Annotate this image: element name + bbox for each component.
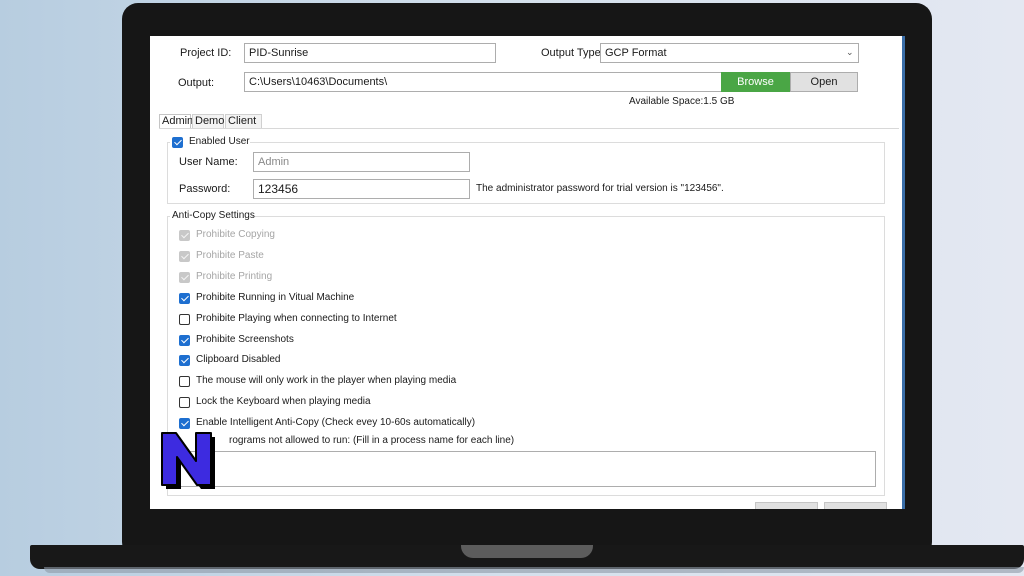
browse-button[interactable]: Browse (721, 72, 790, 92)
anti-copy-title: Anti-Copy Settings (172, 210, 255, 221)
password-input[interactable]: 123456 (253, 179, 470, 199)
anti-copy-option-label: Prohibite Screenshots (196, 334, 294, 345)
anti-copy-option-label: Clipboard Disabled (196, 354, 281, 365)
password-note: The administrator password for trial ver… (476, 183, 724, 194)
tab-divider (159, 128, 899, 129)
anti-copy-option-label: The mouse will only work in the player w… (196, 375, 457, 386)
anti-copy-option-label: Lock the Keyboard when playing media (196, 396, 371, 407)
anti-copy-option-label: Enable Intelligent Anti-Copy (Check evey… (196, 417, 476, 428)
output-type-label: Output Type: (541, 47, 604, 59)
anti-copy-option-label: Prohibite Printing (196, 271, 273, 282)
anti-copy-checkbox (179, 230, 190, 241)
anti-copy-checkbox (179, 251, 190, 262)
available-space-text: Available Space:1.5 GB (629, 96, 735, 107)
password-label: Password: (179, 183, 231, 195)
project-id-label: Project ID: (180, 47, 232, 59)
laptop-base-shadow (44, 567, 1024, 573)
output-label: Output: (178, 77, 215, 89)
app-window: Project ID: PID-Sunrise Output Type: GCP… (150, 36, 905, 509)
cancel-button[interactable] (824, 502, 887, 509)
anti-copy-checkbox (179, 272, 190, 283)
open-button[interactable]: Open (790, 72, 858, 92)
anti-copy-checkbox[interactable] (179, 397, 190, 408)
enabled-user-label: Enabled User (189, 136, 250, 147)
anti-copy-checkbox[interactable] (179, 335, 190, 346)
user-name-label: User Name: (179, 156, 238, 168)
chevron-down-icon: ⌄ (846, 47, 854, 57)
output-type-select[interactable]: GCP Format ⌄ (600, 43, 859, 63)
anti-copy-checkbox[interactable] (179, 376, 190, 387)
anti-copy-checkbox[interactable] (179, 314, 190, 325)
tab-admin-label: Admin (162, 115, 194, 127)
project-id-input[interactable]: PID-Sunrise (244, 43, 496, 63)
tab-demo-label: Demo (195, 115, 225, 127)
anti-copy-checkbox[interactable] (179, 355, 190, 366)
anti-copy-option-label: Prohibite Copying (196, 229, 275, 240)
tab-admin[interactable]: Admin (159, 114, 194, 128)
anti-copy-option-label: Prohibite Running in Vitual Machine (196, 292, 355, 303)
n-logo-icon (161, 432, 215, 489)
user-name-input[interactable]: Admin (253, 152, 470, 172)
tab-demo[interactable]: Demo (192, 114, 224, 128)
screen-edge (902, 36, 905, 509)
tab-client-label: Client (228, 115, 257, 127)
programs-not-allowed-label: rograms not allowed to run: (Fill in a p… (229, 435, 515, 446)
output-type-value: GCP Format (605, 47, 667, 59)
enabled-user-checkbox[interactable] (172, 137, 183, 148)
output-path-input[interactable]: C:\Users\10463\Documents\ (244, 72, 722, 92)
tab-client[interactable]: Client (225, 114, 262, 128)
anti-copy-option-label: Prohibite Playing when connecting to Int… (196, 313, 397, 324)
anti-copy-option-label: Prohibite Paste (196, 250, 264, 261)
programs-blacklist-textarea[interactable] (180, 451, 876, 487)
ok-button[interactable] (755, 502, 818, 509)
anti-copy-checkbox[interactable] (179, 293, 190, 304)
anti-copy-checkbox[interactable] (179, 418, 190, 429)
laptop-hinge-notch (461, 545, 593, 558)
